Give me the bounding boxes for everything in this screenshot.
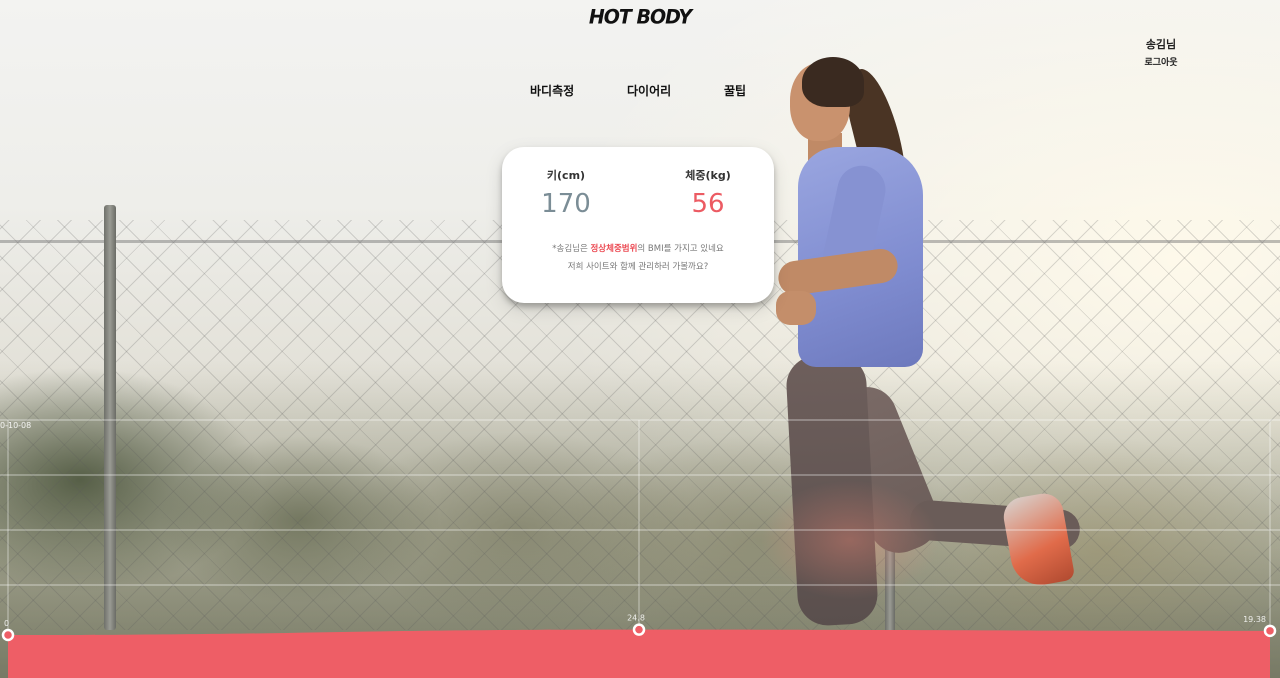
user-menu: 송김님 로그아웃 bbox=[1120, 36, 1202, 68]
runner-hair bbox=[802, 57, 864, 107]
chart-point bbox=[632, 623, 646, 636]
chart-value-label: 19.38 bbox=[1243, 615, 1266, 624]
chart-x-tick-label: 0-10-08 bbox=[0, 421, 31, 430]
site-logo[interactable]: HOT BODY bbox=[0, 5, 1280, 28]
user-name: 송김님 bbox=[1145, 38, 1177, 51]
height-value: 170 bbox=[541, 189, 591, 219]
weight-stat: 체중(kg) 56 bbox=[648, 167, 768, 219]
weight-label: 체중(kg) bbox=[685, 169, 731, 182]
weight-value: 56 bbox=[691, 189, 725, 219]
runner-hand bbox=[776, 291, 816, 325]
chart-point bbox=[1263, 624, 1277, 638]
chart-value-label: 24.8 bbox=[627, 614, 645, 623]
body-stats-card: 키(cm) 170 체중(kg) 56 *송김님은 정상체중범위의 BMI를 가… bbox=[502, 147, 774, 303]
chart-area-series bbox=[8, 629, 1270, 678]
nav-item-body-measure[interactable]: 바디측정 bbox=[530, 82, 574, 99]
height-stat: 키(cm) 170 bbox=[506, 167, 626, 219]
chart-value-label: 0 bbox=[4, 619, 9, 628]
chart-point bbox=[1, 628, 15, 642]
bmi-cta-message: 저희 사이트와 함께 관리하러 가볼까요? bbox=[567, 262, 709, 272]
bmi-range-highlight: 정상체중범위 bbox=[590, 244, 638, 254]
height-label: 키(cm) bbox=[546, 169, 586, 182]
bmi-message-suffix: 의 BMI를 가지고 있네요 bbox=[637, 244, 724, 254]
logout-link[interactable]: 로그아웃 bbox=[1120, 55, 1202, 68]
bmi-message: *송김님은 정상체중범위의 BMI를 가지고 있네요 bbox=[502, 242, 774, 254]
nav-item-diary[interactable]: 다이어리 bbox=[627, 82, 671, 99]
nav-item-tips[interactable]: 꿀팁 bbox=[724, 82, 746, 99]
weight-chart: 0 24.8 19.38 0-10-08 bbox=[0, 419, 1280, 678]
bmi-message-prefix: *송김님은 bbox=[552, 244, 591, 254]
